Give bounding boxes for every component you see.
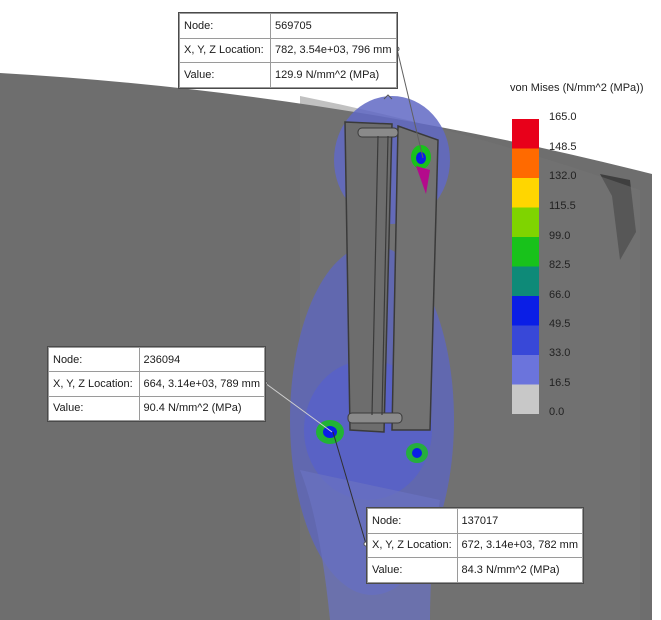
probe-stress-value: 84.3 N/mm^2 (MPa) xyxy=(456,557,583,583)
probe-result-box[interactable]: Node: 236094 X, Y, Z Location: 664, 3.14e+… xyxy=(47,346,266,422)
legend-label: 99.0 xyxy=(549,230,571,242)
probe-value-label: Value: xyxy=(179,62,271,88)
probe-node-value: 137017 xyxy=(456,508,583,534)
legend-band xyxy=(512,237,539,267)
hotspot-right-bottom-core xyxy=(412,448,422,458)
legend-label: 33.0 xyxy=(549,347,571,359)
legend-label: 148.5 xyxy=(549,141,577,153)
handle-rail-right xyxy=(391,124,439,431)
probe-location-value: 782, 3.54e+03, 796 mm xyxy=(270,37,397,64)
legend-label: 165.0 xyxy=(549,111,577,123)
handle-bottom-bar xyxy=(347,412,403,424)
fea-graphics-area[interactable]: von Mises (N/mm^2 (MPa)) 165.0 148.5 132… xyxy=(0,0,661,620)
legend-title: von Mises (N/mm^2 (MPa)) xyxy=(510,82,644,94)
legend-band xyxy=(512,325,539,355)
legend-band xyxy=(512,119,539,149)
legend-color-bar xyxy=(512,119,539,414)
probe-node-label: Node: xyxy=(179,13,271,39)
probe-location-label: X, Y, Z Location: xyxy=(367,532,458,559)
probe-location-label: X, Y, Z Location: xyxy=(48,371,140,397)
legend-label: 82.5 xyxy=(549,259,571,271)
probe-node-label: Node: xyxy=(367,508,458,534)
probe-value-label: Value: xyxy=(367,557,458,583)
hotspot-left-bottom-core xyxy=(323,426,337,438)
probe-location-label: X, Y, Z Location: xyxy=(179,37,271,64)
legend-label: 115.5 xyxy=(549,200,576,212)
legend-band xyxy=(512,266,539,296)
probe-node-value: 569705 xyxy=(270,13,397,39)
legend-band xyxy=(512,384,539,414)
legend-band xyxy=(512,148,539,178)
legend-label: 16.5 xyxy=(549,377,571,389)
legend-band xyxy=(512,355,539,385)
legend-label: 0.0 xyxy=(549,406,565,418)
probe-stress-value: 129.9 N/mm^2 (MPa) xyxy=(270,62,397,88)
legend-band xyxy=(512,207,539,237)
probe-result-box[interactable]: Node: 569705 X, Y, Z Location: 782, 3.54e+… xyxy=(178,12,398,89)
legend-band xyxy=(512,178,539,208)
legend-label: 49.5 xyxy=(549,318,571,330)
legend-label: 132.0 xyxy=(549,170,577,182)
probe-location-value: 672, 3.14e+03, 782 mm xyxy=(456,532,583,559)
probe-node-value: 236094 xyxy=(138,346,265,373)
handle-top-bar xyxy=(357,127,399,138)
probe-value-label: Value: xyxy=(48,395,140,422)
legend-band xyxy=(512,296,539,326)
legend-label: 66.0 xyxy=(549,289,571,301)
hotspot-upper-core xyxy=(416,152,426,164)
probe-node-label: Node: xyxy=(48,346,140,373)
probe-result-box[interactable]: Node: 137017 X, Y, Z Location: 672, 3.14e+… xyxy=(366,507,584,584)
probe-location-value: 664, 3.14e+03, 789 mm xyxy=(138,371,265,397)
probe-stress-value: 90.4 N/mm^2 (MPa) xyxy=(138,395,265,422)
